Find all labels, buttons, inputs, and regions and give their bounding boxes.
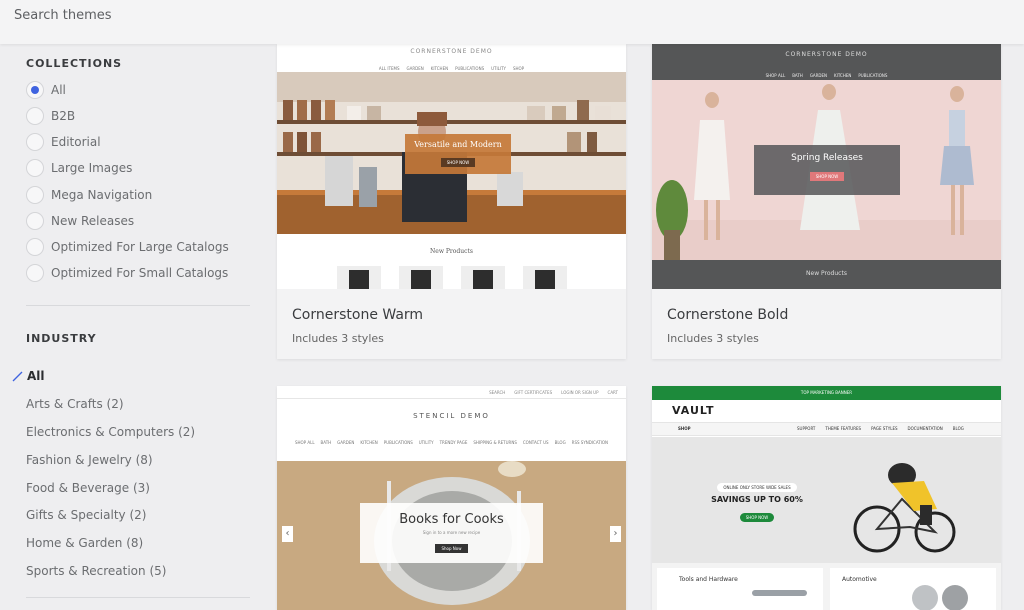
- preview-marketing-banner: TOP MARKETING BANNER: [652, 386, 1001, 400]
- product-thumb: [523, 266, 567, 289]
- preview-store-name: CORNERSTONE DEMO: [785, 51, 868, 58]
- preview-store-name: CORNERSTONE DEMO: [410, 48, 493, 55]
- preview-shop-button: SHOP NOW: [809, 172, 845, 181]
- sidebar-divider: [26, 305, 250, 306]
- preview-nav: SHOP ALL BATH GARDEN KITCHEN PUBLICATION…: [294, 440, 609, 445]
- theme-styles-count: Includes 3 styles: [292, 332, 384, 345]
- product-thumb: [337, 266, 381, 289]
- collection-option-small-catalogs[interactable]: Optimized For Small Catalogs: [26, 262, 228, 284]
- industry-link-home-garden[interactable]: Home & Garden (8): [26, 536, 143, 550]
- preview-category-tiles: Tools and Hardware Automotive: [652, 563, 1001, 610]
- theme-card-cornerstone-warm[interactable]: CORNERSTONE DEMO ALL ITEMS GARDEN KITCHE…: [277, 44, 626, 359]
- theme-card-info: Cornerstone Warm Includes 3 styles: [277, 289, 626, 359]
- radio-button[interactable]: [26, 133, 44, 151]
- collection-option-mega-navigation[interactable]: Mega Navigation: [26, 184, 152, 206]
- sidebar-divider: [26, 597, 250, 598]
- active-indicator-icon: [12, 371, 23, 382]
- preview-store-name: STENCIL DEMO: [413, 412, 490, 420]
- theme-styles-count: Includes 3 styles: [667, 332, 759, 345]
- preview-store-name: VAULT: [672, 404, 715, 417]
- collection-option-new-releases[interactable]: New Releases: [26, 210, 134, 232]
- industry-link-arts-crafts[interactable]: Arts & Crafts (2): [26, 397, 124, 411]
- category-tile: Tools and Hardware: [657, 568, 823, 610]
- preview-shop-button: Shop Now: [435, 544, 468, 553]
- search-bar: [0, 0, 1024, 44]
- industry-link-food[interactable]: Food & Beverage (3): [26, 481, 150, 495]
- collection-option-large-catalogs[interactable]: Optimized For Large Catalogs: [26, 236, 229, 258]
- chevron-right-icon: ›: [610, 526, 621, 542]
- radio-button[interactable]: [26, 238, 44, 256]
- theme-card-cornerstone-bold[interactable]: CORNERSTONE DEMO SHOP ALL BATH GARDEN KI…: [652, 44, 1001, 359]
- preview-top-nav: SEARCH GIFT CERTIFICATES LOGIN OR SIGN U…: [489, 390, 618, 395]
- chevron-left-icon: ‹: [282, 526, 293, 542]
- preview-section-title: New Products: [806, 270, 847, 277]
- industry-link-all[interactable]: All: [12, 369, 45, 383]
- preview-hero-box: Books for Cooks Sign in to a more new re…: [360, 503, 543, 563]
- industry-link-gifts[interactable]: Gifts & Specialty (2): [26, 508, 146, 522]
- theme-card-vault[interactable]: TOP MARKETING BANNER VAULT SHOP SUPPORT …: [652, 386, 1001, 610]
- theme-name[interactable]: Cornerstone Warm: [292, 307, 423, 323]
- preview-nav: SHOP SUPPORT THEME FEATURES PAGE STYLES …: [652, 422, 1001, 436]
- industry-heading: INDUSTRY: [26, 332, 97, 345]
- collection-option-editorial[interactable]: Editorial: [26, 131, 101, 153]
- collection-option-large-images[interactable]: Large Images: [26, 157, 132, 179]
- radio-button[interactable]: [26, 159, 44, 177]
- preview-shop-button: SHOP NOW: [440, 158, 476, 167]
- radio-button[interactable]: [26, 107, 44, 125]
- preview-section-title: New Products: [430, 248, 473, 255]
- theme-card-stencil[interactable]: SEARCH GIFT CERTIFICATES LOGIN OR SIGN U…: [277, 386, 626, 610]
- radio-button[interactable]: [26, 81, 44, 99]
- industry-link-fashion[interactable]: Fashion & Jewelry (8): [26, 453, 153, 467]
- theme-preview-image: SEARCH GIFT CERTIFICATES LOGIN OR SIGN U…: [277, 386, 626, 610]
- category-tile: Automotive: [830, 568, 996, 610]
- preview-products: [327, 266, 577, 289]
- radio-button[interactable]: [26, 186, 44, 204]
- preview-hero-box: Versatile and Modern SHOP NOW: [405, 134, 511, 174]
- theme-preview-image: CORNERSTONE DEMO SHOP ALL BATH GARDEN KI…: [652, 44, 1001, 289]
- collections-heading: COLLECTIONS: [26, 57, 123, 70]
- preview-hero-box: Spring Releases SHOP NOW: [754, 145, 900, 195]
- industry-link-sports[interactable]: Sports & Recreation (5): [26, 564, 166, 578]
- preview-nav: ALL ITEMS GARDEN KITCHEN PUBLICATIONS UT…: [378, 66, 525, 71]
- theme-preview-image: TOP MARKETING BANNER VAULT SHOP SUPPORT …: [652, 386, 1001, 610]
- radio-button[interactable]: [26, 212, 44, 230]
- product-thumb: [461, 266, 505, 289]
- theme-name[interactable]: Cornerstone Bold: [667, 307, 788, 323]
- industry-link-electronics[interactable]: Electronics & Computers (2): [26, 425, 195, 439]
- collection-option-b2b[interactable]: B2B: [26, 105, 75, 127]
- theme-preview-image: CORNERSTONE DEMO ALL ITEMS GARDEN KITCHE…: [277, 44, 626, 289]
- preview-hero-box: ONLINE ONLY STORE WIDE SALES SAVINGS UP …: [711, 483, 803, 522]
- radio-button[interactable]: [26, 264, 44, 282]
- collection-option-all[interactable]: All: [26, 79, 66, 101]
- product-thumb: [399, 266, 443, 289]
- preview-shop-button: SHOP NOW: [739, 513, 775, 522]
- preview-nav: SHOP ALL BATH GARDEN KITCHEN PUBLICATION…: [765, 73, 888, 78]
- sidebar: COLLECTIONS All B2B Editorial Large Imag…: [0, 44, 260, 610]
- search-input[interactable]: [14, 6, 614, 24]
- theme-card-info: Cornerstone Bold Includes 3 styles: [652, 289, 1001, 359]
